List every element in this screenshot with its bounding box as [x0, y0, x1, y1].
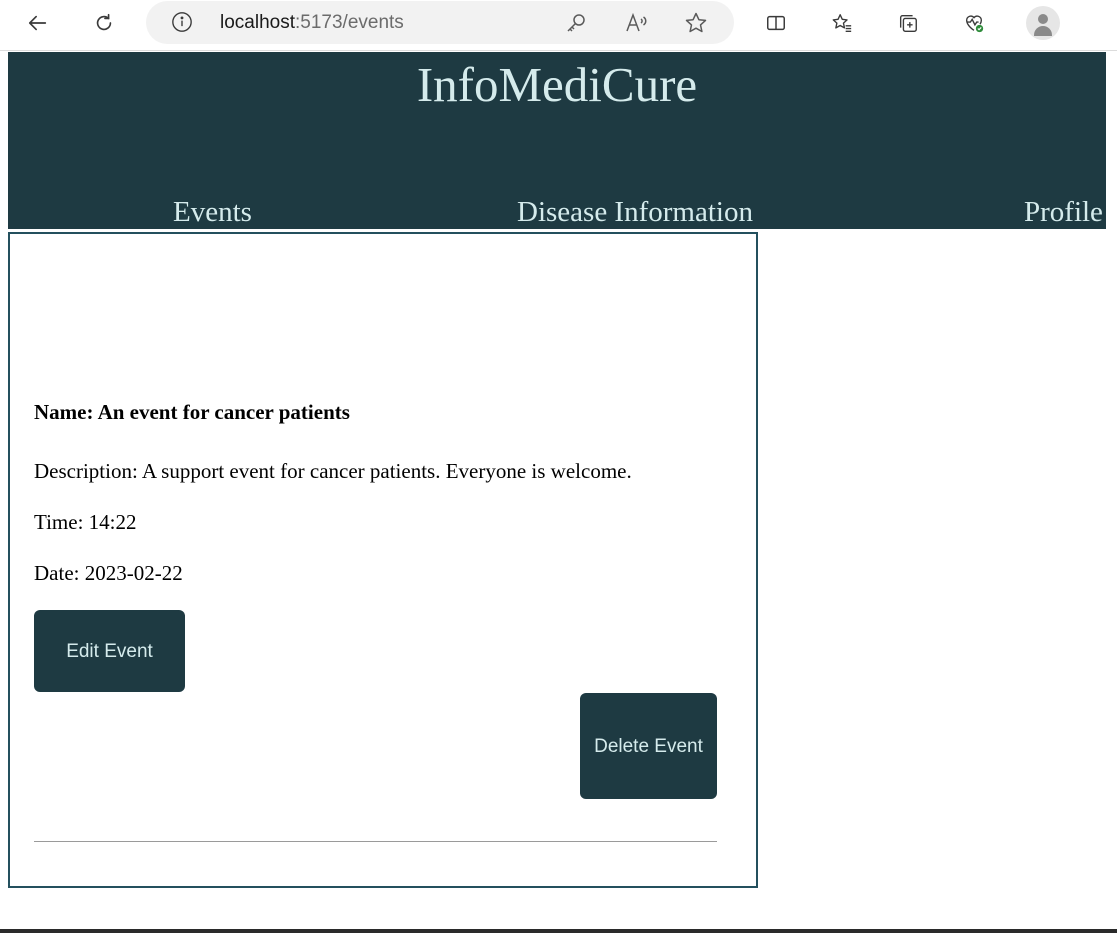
- toolbar-divider: [0, 50, 1117, 51]
- back-icon[interactable]: [20, 5, 56, 41]
- profile-icon[interactable]: [1026, 6, 1060, 40]
- site-title: InfoMediCure: [416, 57, 698, 112]
- event-description: Description: A support event for cancer …: [34, 459, 632, 483]
- address-bar[interactable]: localhost:5173/events: [146, 1, 734, 44]
- url-text[interactable]: localhost:5173/events: [220, 12, 404, 34]
- event-date: Date: 2023-02-22: [34, 561, 183, 585]
- url-path: :5173/events: [295, 12, 404, 33]
- event-card: Name: An event for cancer patients Descr…: [8, 232, 758, 888]
- browser-essentials-icon[interactable]: [956, 5, 992, 41]
- nav-disease-information[interactable]: Disease Information: [517, 195, 753, 229]
- favorite-star-icon[interactable]: [684, 11, 708, 35]
- read-aloud-icon[interactable]: [624, 11, 648, 35]
- taskbar-edge: [0, 929, 1117, 933]
- key-icon[interactable]: [564, 11, 588, 35]
- split-screen-icon[interactable]: [758, 5, 794, 41]
- nav-events[interactable]: Events: [173, 195, 252, 229]
- favorites-icon[interactable]: [824, 5, 860, 41]
- nav-profile[interactable]: Profile: [1024, 195, 1103, 229]
- site-header: InfoMediCure Events Disease Information …: [8, 52, 1106, 229]
- refresh-icon[interactable]: [86, 5, 122, 41]
- info-icon[interactable]: [171, 11, 193, 33]
- collections-icon[interactable]: [890, 5, 926, 41]
- edit-event-button[interactable]: Edit Event: [34, 610, 185, 692]
- divider: [34, 841, 717, 842]
- event-time: Time: 14:22: [34, 510, 137, 534]
- delete-event-button[interactable]: Delete Event: [580, 693, 717, 799]
- event-name: Name: An event for cancer patients: [34, 400, 350, 424]
- url-host: localhost: [220, 12, 295, 33]
- browser-toolbar: localhost:5173/events: [0, 0, 1117, 46]
